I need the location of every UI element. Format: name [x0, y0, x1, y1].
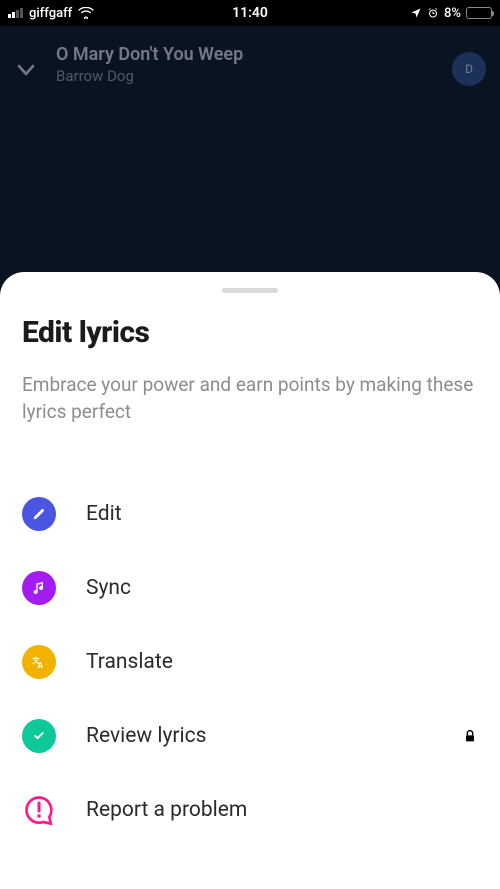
battery-percent: 8% [444, 6, 461, 21]
option-translate[interactable]: 文A Translate [22, 625, 478, 699]
status-bar: giffgaff 11:40 8% [0, 0, 500, 26]
battery-icon [466, 7, 492, 19]
option-sync[interactable]: Sync [22, 551, 478, 625]
svg-text:A: A [38, 661, 44, 671]
music-note-icon [22, 571, 56, 605]
translate-icon: 文A [22, 645, 56, 679]
option-edit-label: Edit [86, 502, 478, 526]
sheet-title: Edit lyrics [22, 315, 478, 350]
pencil-icon [22, 497, 56, 531]
cellular-signal-icon [8, 8, 23, 18]
status-left: giffgaff [8, 6, 94, 21]
option-review[interactable]: Review lyrics [22, 699, 478, 773]
status-right: 8% [410, 6, 492, 21]
alert-bubble-icon [22, 793, 56, 827]
option-report[interactable]: Report a problem [22, 773, 478, 847]
edit-lyrics-sheet: Edit lyrics Embrace your power and earn … [0, 272, 500, 889]
avatar[interactable]: D [452, 52, 486, 86]
track-artist: Barrow Dog [56, 67, 434, 85]
track-title: O Mary Don't You Weep [56, 44, 434, 65]
option-report-label: Report a problem [86, 798, 478, 822]
sheet-grabber[interactable] [222, 288, 278, 293]
track-info: O Mary Don't You Weep Barrow Dog [56, 44, 434, 85]
options-list: Edit Sync 文A Translate Review lyrics [22, 477, 478, 847]
lock-icon [462, 728, 478, 744]
option-edit[interactable]: Edit [22, 477, 478, 551]
clock: 11:40 [232, 5, 268, 21]
check-badge-icon [22, 719, 56, 753]
chevron-down-icon[interactable] [14, 58, 38, 82]
player-header: O Mary Don't You Weep Barrow Dog D [0, 26, 500, 272]
carrier-label: giffgaff [29, 6, 72, 21]
option-sync-label: Sync [86, 576, 478, 600]
option-review-label: Review lyrics [86, 724, 432, 748]
option-translate-label: Translate [86, 650, 478, 674]
wifi-icon [78, 7, 94, 19]
avatar-letter: D [465, 62, 473, 76]
sheet-description: Embrace your power and earn points by ma… [22, 372, 478, 425]
location-icon [410, 7, 422, 19]
alarm-icon [427, 7, 439, 19]
